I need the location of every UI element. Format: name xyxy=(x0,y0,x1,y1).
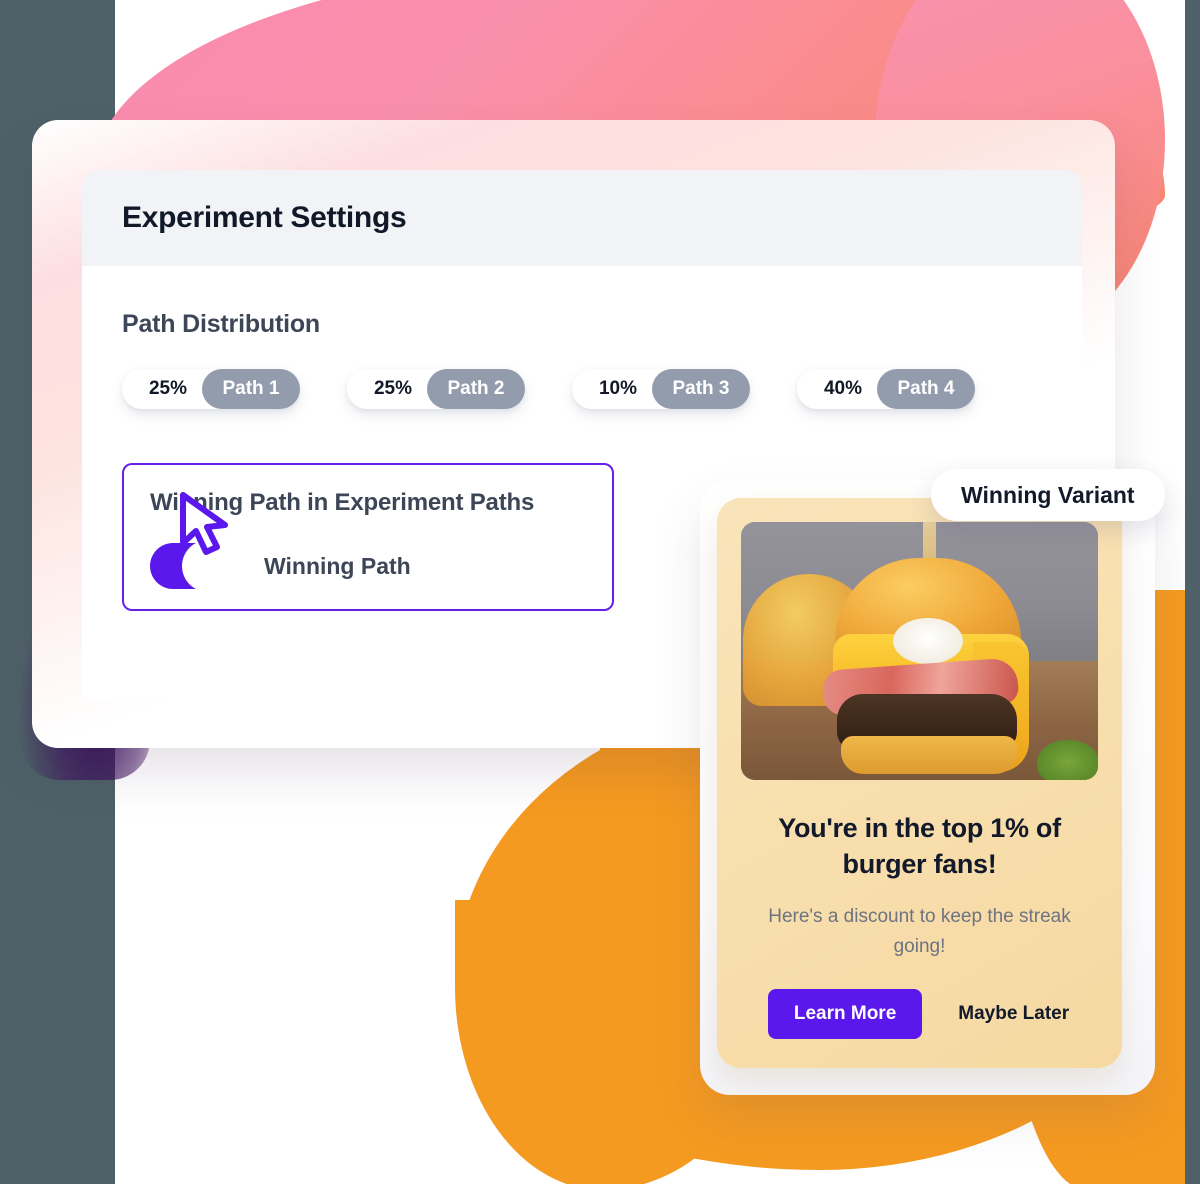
variant-headline: You're in the top 1% of burger fans! xyxy=(778,813,1061,880)
right-edge-strip xyxy=(1185,0,1200,1184)
winning-path-section: Winning Path in Experiment Paths Winning… xyxy=(122,463,614,611)
winning-path-toggle-label: Winning Path xyxy=(264,552,411,579)
path-name: Path 1 xyxy=(202,369,300,409)
panel-header: Experiment Settings xyxy=(82,170,1082,266)
path-distribution-list: 25% Path 1 25% Path 2 10% Path 3 40% Pat… xyxy=(122,369,1042,409)
variant-subtext: Here's a discount to keep the streak goi… xyxy=(768,906,1071,957)
photo-bottom-bun xyxy=(841,736,1017,774)
winning-path-toggle-row: Winning Path xyxy=(150,492,586,592)
winning-variant-card: You're in the top 1% of burger fans! Her… xyxy=(717,498,1122,1068)
screenshot-stage: Experiment Settings Path Distribution 25… xyxy=(0,0,1200,1184)
path-distribution-item[interactable]: 25% Path 2 xyxy=(347,369,525,409)
burger-photo xyxy=(741,522,1098,780)
winning-variant-badge: Winning Variant xyxy=(931,469,1165,521)
maybe-later-button[interactable]: Maybe Later xyxy=(956,989,1071,1039)
photo-fried-egg xyxy=(893,618,963,664)
winning-path-heading: Winning Path in Experiment Paths xyxy=(150,489,535,516)
path-name: Path 3 xyxy=(652,369,750,409)
path-distribution-heading: Path Distribution xyxy=(122,310,320,338)
path-percent: 25% xyxy=(122,369,214,409)
photo-herb-garnish xyxy=(1037,740,1098,780)
path-distribution-item[interactable]: 25% Path 1 xyxy=(122,369,300,409)
page-title: Experiment Settings xyxy=(122,201,407,234)
path-name: Path 4 xyxy=(877,369,975,409)
toggle-knob xyxy=(182,540,234,592)
learn-more-button[interactable]: Learn More xyxy=(767,989,923,1040)
path-distribution-item[interactable]: 10% Path 3 xyxy=(572,369,750,409)
path-percent: 10% xyxy=(572,369,664,409)
path-distribution-item[interactable]: 40% Path 4 xyxy=(797,369,975,409)
winning-path-toggle[interactable] xyxy=(150,540,234,592)
variant-action-row: Learn More Maybe Later xyxy=(741,989,1098,1040)
path-name: Path 2 xyxy=(427,369,525,409)
path-percent: 40% xyxy=(797,369,889,409)
path-percent: 25% xyxy=(347,369,439,409)
